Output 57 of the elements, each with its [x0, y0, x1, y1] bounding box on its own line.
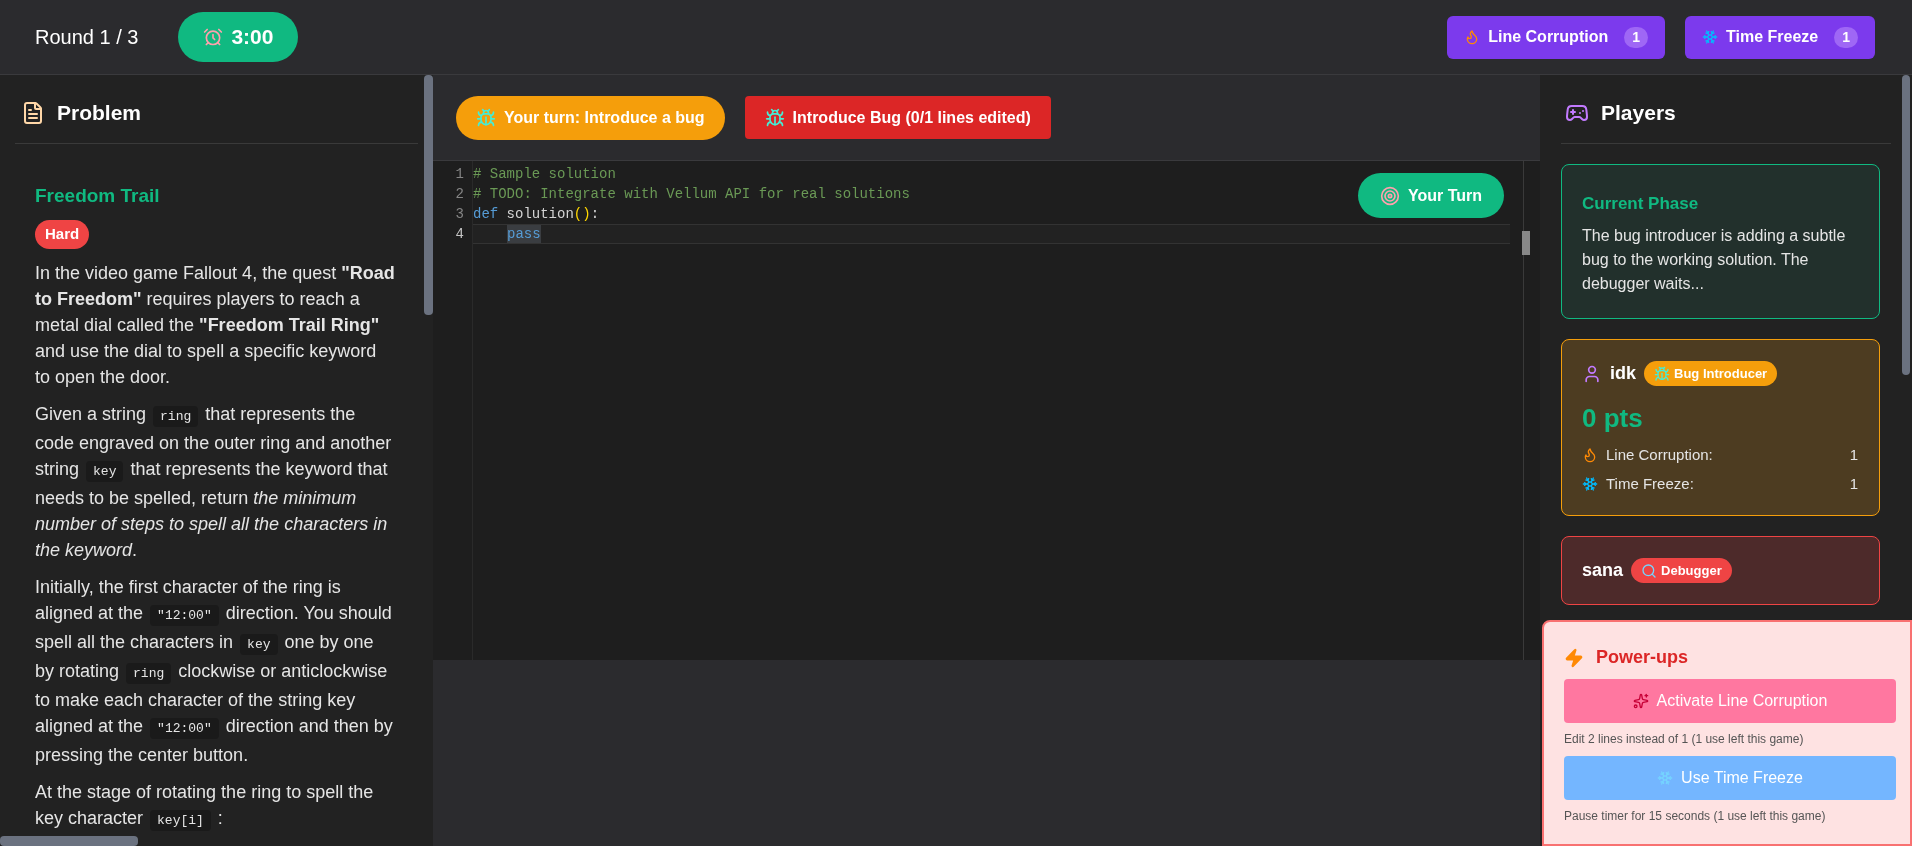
powerup-action-button[interactable]: Activate Line Corruption [1564, 679, 1896, 723]
problem-paragraph: Initially, the first character of the ring is aligned at the "12:00" direction. You should spell all the characters in key one by one by rotating ring clockwise or anticlockwise to make each character of the string key aligned at the "12:00" direction and then by pressing the center button. [35, 575, 394, 767]
code-line: # Sample solution [473, 165, 616, 183]
line-number: 2 [454, 185, 465, 204]
scrollbar-thumb[interactable] [424, 75, 433, 315]
code-line: def solution(): [473, 205, 600, 223]
player-name: idk [1610, 362, 1636, 385]
stat-value: 1 [1849, 473, 1858, 494]
line-number: 1 [454, 165, 465, 184]
scrollbar-thumb[interactable] [1522, 231, 1530, 255]
snowflake-icon [1657, 770, 1674, 786]
panel-heading: Power-ups [1596, 646, 1688, 669]
phase-description: The bug introducer is adding a subtle bug to the working solution. The debugger waits... [1582, 226, 1847, 294]
round-label: Round 1 / 3 [35, 25, 139, 50]
user-icon [1582, 363, 1602, 384]
problem-title: Freedom Trail [35, 183, 161, 208]
powerup-button[interactable]: Line Corruption 1 [1447, 15, 1665, 59]
role-badge: Bug Introducer [1644, 360, 1778, 387]
scrollbar-thumb[interactable] [1902, 75, 1910, 375]
phase-title: Current Phase [1582, 192, 1700, 215]
stat-label: Time Freeze: [1606, 473, 1694, 494]
lightning-icon [1564, 647, 1584, 668]
timer-badge: 3:00 [178, 12, 299, 62]
player-name: sana [1582, 559, 1624, 582]
flame-icon [1582, 447, 1598, 464]
stat-label: Line Corruption: [1606, 445, 1713, 465]
count-badge: 1 [1624, 26, 1648, 48]
search-icon [1641, 562, 1658, 579]
powerup-note: Edit 2 lines instead of 1 (1 use left this game) [1564, 731, 1805, 748]
role-badge: Debugger [1631, 557, 1732, 584]
player-points: 0 pts [1582, 402, 1644, 435]
your-turn-badge: Your Turn [1357, 173, 1504, 218]
line-number: 4 [454, 225, 465, 244]
target-icon [1379, 185, 1400, 206]
bug-icon [764, 107, 785, 128]
difficulty-badge: Hard [35, 220, 90, 249]
snowflake-icon [1702, 29, 1718, 45]
line-number: 3 [454, 205, 465, 224]
snowflake-icon [1582, 475, 1598, 492]
scrollbar-thumb[interactable] [0, 836, 138, 846]
document-icon [21, 100, 45, 125]
problem-paragraph: In the video game Fallout 4, the quest "Road to Freedom" requires players to reach a metal dial called the "Freedom Trail Ring" and use the dial to spell a specific keyword to open the door. [35, 261, 395, 389]
panel-heading: Problem [57, 100, 142, 126]
code-line: # TODO: Integrate with Vellum API for real solutions [473, 185, 910, 203]
panel-heading: Players [1601, 100, 1676, 126]
powerup-note: Pause timer for 15 seconds (1 use left this game) [1564, 808, 1827, 825]
problem-paragraph: Given a string ring that represents the code engraved on the outer ring and another string key that represents the keyword that needs to be spelled, return the minimum number of steps to spell all the characters in the keyword. [35, 402, 393, 562]
problem-paragraph: At the stage of rotating the ring to spell the key character key[i] : [35, 778, 395, 834]
bug-icon [1654, 365, 1670, 382]
count-badge: 1 [1834, 26, 1858, 48]
turn-status-badge: Your turn: Introduce a bug [456, 95, 725, 140]
stat-value: 1 [1849, 445, 1858, 465]
burst-icon [1632, 693, 1649, 709]
bug-icon [476, 107, 496, 128]
alarm-clock-icon [203, 27, 224, 47]
introduce-bug-button[interactable]: Introduce Bug (0/1 lines edited) [744, 96, 1051, 139]
powerup-button[interactable]: Time Freeze 1 [1685, 15, 1875, 59]
